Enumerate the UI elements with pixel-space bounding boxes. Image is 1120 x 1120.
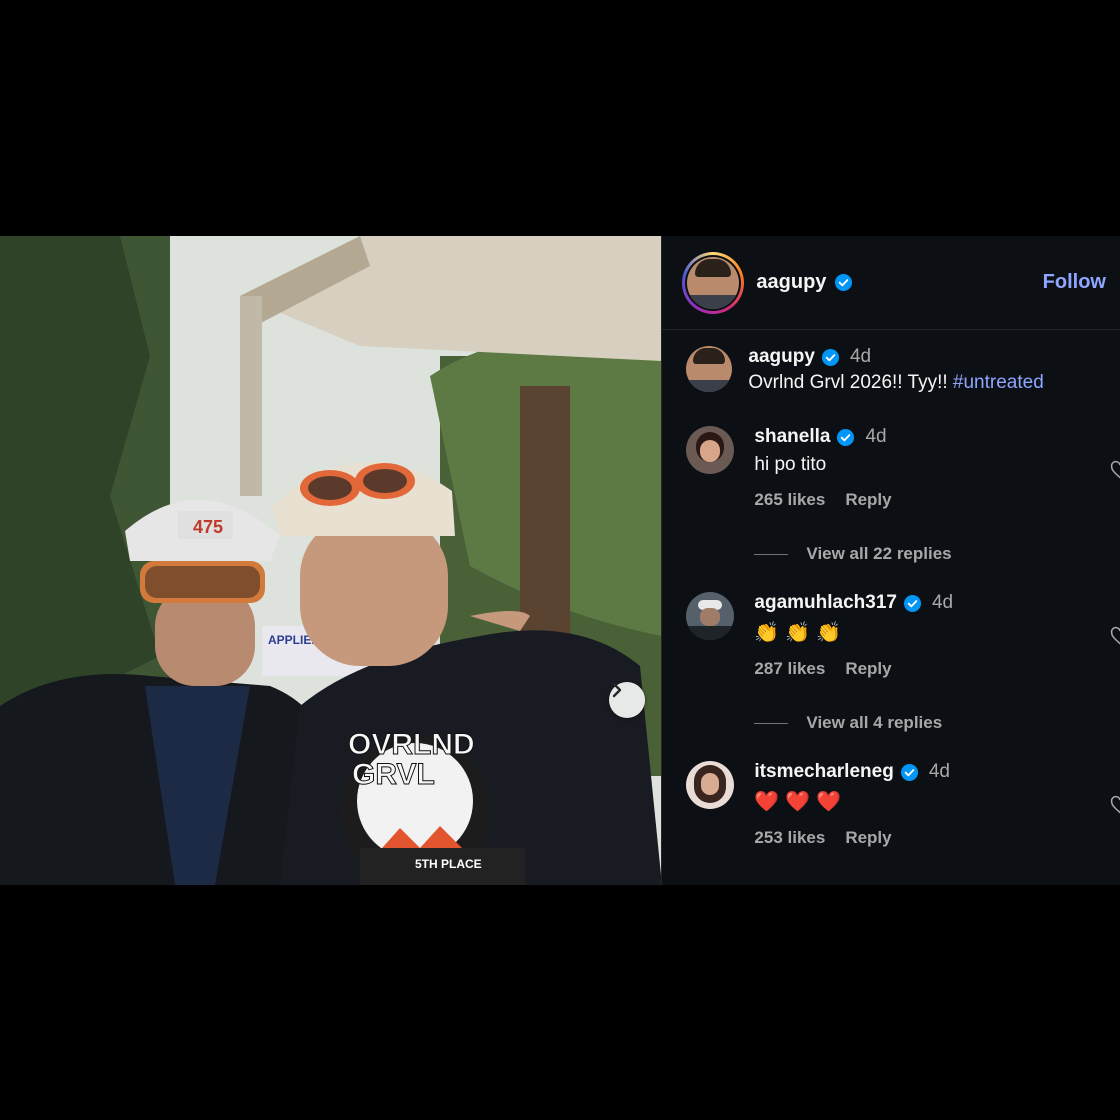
post-photo: APPLIED NUTRITION 475 OVRLND GRVL: [0, 236, 662, 885]
comment-username[interactable]: agamuhlach317: [754, 592, 897, 614]
author-username-row: aagupy: [756, 271, 853, 294]
trophy-place: 5TH PLACE: [415, 857, 482, 871]
reply-button[interactable]: Reply: [845, 659, 891, 679]
comment-text: ❤️❤️❤️: [754, 791, 848, 813]
comment-likes[interactable]: 265 likes: [754, 490, 825, 510]
replies-divider: [754, 722, 789, 724]
comment-likes[interactable]: 253 likes: [754, 828, 825, 848]
author-username[interactable]: aagupy: [756, 271, 826, 294]
photo-illustration: APPLIED NUTRITION 475 OVRLND GRVL: [0, 236, 662, 885]
heart-outline-icon[interactable]: [1110, 795, 1120, 815]
comment-username[interactable]: shanella: [754, 426, 830, 448]
view-replies-button[interactable]: View all 22 replies: [754, 544, 1120, 564]
post-viewer: APPLIED NUTRITION 475 OVRLND GRVL: [0, 236, 1120, 885]
comment-item: itsmecharleneg 4d ❤️❤️❤️ 253 likes Reply: [686, 761, 1120, 848]
reply-button[interactable]: Reply: [845, 490, 891, 510]
post-header: aagupy Follow: [662, 236, 1120, 330]
comment-avatar[interactable]: [686, 592, 735, 640]
verified-badge-icon: [900, 763, 918, 781]
verified-badge-icon: [835, 273, 853, 292]
heart-outline-icon[interactable]: [1110, 626, 1120, 646]
view-replies-label: View all 4 replies: [806, 713, 943, 732]
helmet-number: 475: [193, 517, 223, 537]
comment-likes[interactable]: 287 likes: [754, 659, 825, 679]
reply-button[interactable]: Reply: [845, 828, 891, 848]
comment-username[interactable]: itsmecharleneg: [754, 761, 893, 783]
comment-text: hi po tito: [754, 454, 827, 475]
replies-divider: [754, 553, 789, 555]
verified-badge-icon: [903, 594, 922, 612]
caption-time[interactable]: 4d: [850, 346, 871, 368]
comment-avatar[interactable]: [686, 761, 735, 809]
verified-badge-icon: [821, 348, 839, 366]
comment-item: agamuhlach317 4d 👏👏👏 287 likes Reply: [686, 592, 1120, 679]
comment-avatar[interactable]: [686, 426, 735, 474]
trophy-title-2: GRVL: [352, 758, 435, 791]
verified-badge-icon: [837, 428, 855, 446]
comment-text: 👏👏👏: [754, 622, 848, 644]
follow-button[interactable]: Follow: [1043, 271, 1106, 294]
caption: aagupy 4d Ovrlnd Grvl 2026!! Tyy!! #untr…: [686, 346, 1120, 394]
post-side-panel: aagupy Follow aagupy 4d Ovrlnd Grvl 2026…: [661, 236, 1120, 885]
caption-username[interactable]: aagupy: [748, 346, 815, 368]
view-replies-label: View all 22 replies: [806, 544, 952, 563]
author-avatar-ring[interactable]: [682, 251, 745, 314]
comment-time[interactable]: 4d: [932, 592, 953, 614]
chevron-right-icon: [612, 682, 622, 698]
comments-list: aagupy 4d Ovrlnd Grvl 2026!! Tyy!! #untr…: [662, 330, 1120, 848]
comment-time[interactable]: 4d: [865, 426, 886, 448]
trophy-title-1: OVRLND: [348, 728, 475, 761]
heart-outline-icon[interactable]: [1110, 460, 1120, 480]
author-avatar: [687, 256, 740, 309]
caption-text: Ovrlnd Grvl 2026!! Tyy!!: [748, 372, 948, 393]
comment-item: shanella 4d hi po tito 265 likes Reply: [686, 426, 1120, 510]
caption-avatar[interactable]: [686, 346, 733, 392]
comment-time[interactable]: 4d: [929, 761, 950, 783]
next-photo-button[interactable]: [609, 682, 645, 718]
view-replies-button[interactable]: View all 4 replies: [754, 713, 1120, 733]
caption-hashtag[interactable]: #untreated: [953, 372, 1044, 393]
